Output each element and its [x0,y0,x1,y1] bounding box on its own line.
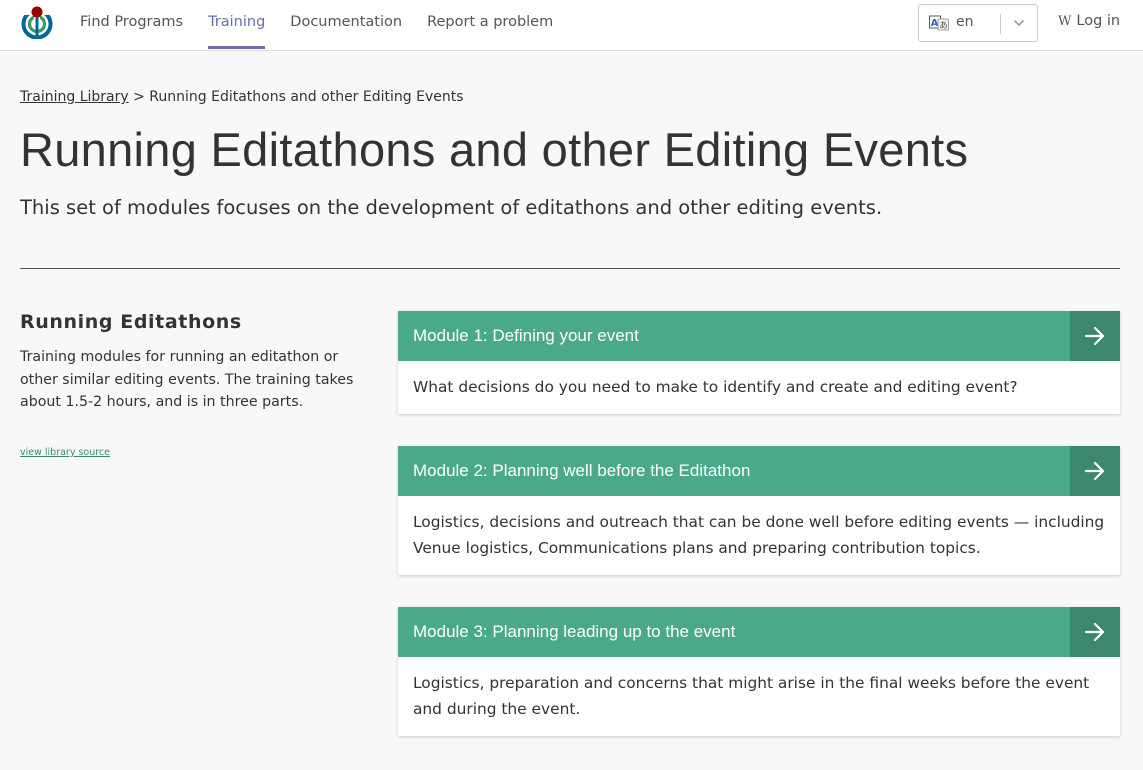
breadcrumb-training-library-link[interactable]: Training Library [20,89,129,105]
module-header[interactable]: Module 2: Planning well before the Edita… [398,446,1120,496]
module-title[interactable]: Module 1: Defining your event [413,326,639,346]
breadcrumb-separator: > [133,89,145,105]
login-link[interactable]: W Log in [1058,13,1120,29]
module-description: What decisions do you need to make to id… [413,378,1018,396]
login-label: Log in [1076,13,1121,29]
arrow-right-icon [1084,326,1105,346]
wikimedia-logo-icon[interactable] [20,5,54,39]
chevron-down-icon[interactable] [1013,18,1025,28]
main-nav: Find Programs Training Documentation Rep… [80,0,578,50]
module-header[interactable]: Module 1: Defining your event [398,311,1120,361]
top-navigation-bar: Find Programs Training Documentation Rep… [0,0,1143,51]
translate-icon: A あ [929,15,949,31]
page-subtitle: This set of modules focuses on the devel… [20,196,883,219]
view-library-source-link[interactable]: view library source [20,447,110,458]
language-select[interactable]: A あ en [918,4,1038,42]
language-separator [1000,14,1001,34]
nav-training[interactable]: Training [208,0,266,50]
module-arrow-button[interactable] [1070,446,1120,496]
module-description: Logistics, preparation and concerns that… [413,674,1090,718]
language-value: en [956,14,974,30]
nav-find-programs[interactable]: Find Programs [80,0,183,50]
module-arrow-button[interactable] [1070,311,1120,361]
breadcrumb-current: Running Editathons and other Editing Eve… [149,89,464,105]
module-header[interactable]: Module 3: Planning leading up to the eve… [398,607,1120,657]
svg-text:A: A [931,18,939,29]
module-title[interactable]: Module 3: Planning leading up to the eve… [413,622,735,642]
module-card-1[interactable]: Module 1: Defining your event What decis… [398,311,1120,414]
breadcrumb: Training Library > Running Editathons an… [20,89,464,105]
svg-text:あ: あ [939,21,948,31]
section-divider [20,268,1120,269]
nav-report-problem[interactable]: Report a problem [427,0,553,50]
library-description: Training modules for running an editatho… [20,349,354,410]
module-card-2[interactable]: Module 2: Planning well before the Edita… [398,446,1120,575]
module-card-3[interactable]: Module 3: Planning leading up to the eve… [398,607,1120,736]
nav-documentation[interactable]: Documentation [290,0,402,50]
wikipedia-w-icon: W [1058,14,1072,29]
page-title: Running Editathons and other Editing Eve… [20,123,969,176]
arrow-right-icon [1084,461,1105,481]
module-title[interactable]: Module 2: Planning well before the Edita… [413,461,750,481]
library-heading: Running Editathons [20,311,242,333]
arrow-right-icon [1084,622,1105,642]
module-arrow-button[interactable] [1070,607,1120,657]
module-description: Logistics, decisions and outreach that c… [413,513,1105,557]
